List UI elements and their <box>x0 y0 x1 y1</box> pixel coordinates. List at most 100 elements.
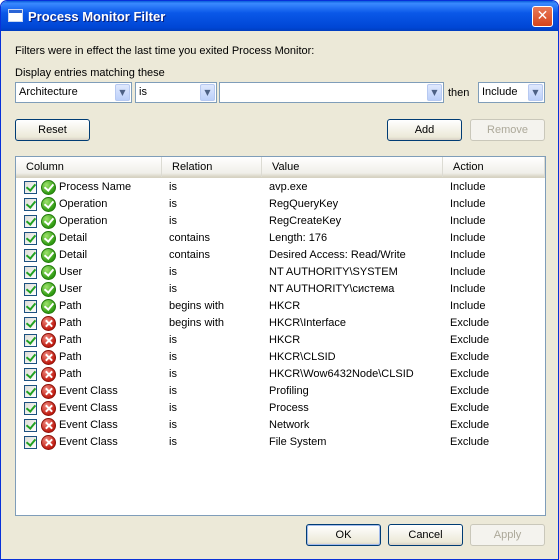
cell-action: Include <box>450 266 486 278</box>
chevron-down-icon[interactable]: ▼ <box>528 84 543 101</box>
table-row[interactable]: Operation is RegQueryKey Include <box>16 196 545 213</box>
header-column[interactable]: Column <box>16 157 162 177</box>
table-row[interactable]: Event Class is Profiling Exclude <box>16 383 545 400</box>
column-dropdown[interactable]: Architecture ▼ <box>15 82 132 103</box>
cell-relation: is <box>169 385 177 397</box>
checkbox[interactable] <box>24 181 37 194</box>
list-header: Column Relation Value Action <box>16 157 545 178</box>
checkbox[interactable] <box>24 215 37 228</box>
ok-button[interactable]: OK <box>306 524 381 546</box>
cell-action: Include <box>450 198 486 210</box>
cell-action: Include <box>450 232 486 244</box>
chevron-down-icon[interactable]: ▼ <box>115 84 130 101</box>
table-row[interactable]: Operation is RegCreateKey Include <box>16 213 545 230</box>
checkbox[interactable] <box>24 351 37 364</box>
cell-column: Process Name <box>59 181 132 193</box>
cell-action: Include <box>450 283 486 295</box>
checkbox[interactable] <box>24 249 37 262</box>
cell-column: Path <box>59 368 82 380</box>
cell-action: Include <box>450 300 486 312</box>
cell-value: HKCR\CLSID <box>269 351 336 363</box>
header-relation[interactable]: Relation <box>162 157 262 177</box>
table-row[interactable]: User is NT AUTHORITY\SYSTEM Include <box>16 264 545 281</box>
cell-relation: is <box>169 334 177 346</box>
apply-button[interactable]: Apply <box>470 524 545 546</box>
cell-column: Operation <box>59 215 108 227</box>
table-row[interactable]: Path begins with HKCR\Interface Exclude <box>16 315 545 332</box>
exclude-icon <box>41 384 56 399</box>
cell-column: User <box>59 283 83 295</box>
table-row[interactable]: Detail contains Desired Access: Read/Write… <box>16 247 545 264</box>
cell-column: Event Class <box>59 385 118 397</box>
cell-action: Exclude <box>450 351 490 363</box>
checkbox[interactable] <box>24 368 37 381</box>
include-icon <box>41 248 56 263</box>
cell-relation: begins with <box>169 317 225 329</box>
reset-button[interactable]: Reset <box>15 119 90 141</box>
exclude-icon <box>41 435 56 450</box>
chevron-down-icon[interactable]: ▼ <box>427 84 442 101</box>
cell-value: RegCreateKey <box>269 215 342 227</box>
cell-column: Event Class <box>59 402 118 414</box>
title-bar[interactable]: Process Monitor Filter ✕ <box>1 1 558 31</box>
checkbox[interactable] <box>24 419 37 432</box>
cell-column: Event Class <box>59 436 118 448</box>
checkbox[interactable] <box>24 198 37 211</box>
header-value[interactable]: Value <box>262 157 443 177</box>
cell-action: Exclude <box>450 419 490 431</box>
add-button[interactable]: Add <box>387 119 462 141</box>
checkbox[interactable] <box>24 334 37 347</box>
include-icon <box>41 231 56 246</box>
cancel-button[interactable]: Cancel <box>388 524 463 546</box>
cell-relation: is <box>169 419 177 431</box>
include-icon <box>41 180 56 195</box>
cell-column: Path <box>59 300 82 312</box>
cell-value: Length: 176 <box>269 232 328 244</box>
include-icon <box>41 265 56 280</box>
chevron-down-icon[interactable]: ▼ <box>200 84 215 101</box>
checkbox[interactable] <box>24 266 37 279</box>
table-row[interactable]: Event Class is Process Exclude <box>16 400 545 417</box>
checkbox[interactable] <box>24 300 37 313</box>
include-icon <box>41 282 56 297</box>
action-dropdown-value: Include <box>482 86 518 98</box>
checkbox[interactable] <box>24 283 37 296</box>
cell-relation: is <box>169 368 177 380</box>
remove-button[interactable]: Remove <box>470 119 545 141</box>
relation-dropdown[interactable]: is ▼ <box>135 82 217 103</box>
cell-value: RegQueryKey <box>269 198 339 210</box>
then-label: then <box>448 87 470 99</box>
table-row[interactable]: Process Name is avp.exe Include <box>16 179 545 196</box>
include-icon <box>41 214 56 229</box>
column-dropdown-value: Architecture <box>19 86 78 98</box>
cell-column: Path <box>59 334 82 346</box>
cell-action: Exclude <box>450 368 490 380</box>
table-row[interactable]: Detail contains Length: 176 Include <box>16 230 545 247</box>
header-action[interactable]: Action <box>443 157 545 177</box>
cell-value: HKCR <box>269 334 301 346</box>
cell-column: Path <box>59 317 82 329</box>
table-row[interactable]: User is NT AUTHORITY\система Include <box>16 281 545 298</box>
table-row[interactable]: Event Class is File System Exclude <box>16 434 545 451</box>
filter-list[interactable]: Column Relation Value Action Process Nam… <box>15 156 546 516</box>
action-dropdown[interactable]: Include ▼ <box>478 82 545 103</box>
table-row[interactable]: Event Class is Network Exclude <box>16 417 545 434</box>
cell-relation: is <box>169 283 177 295</box>
cell-relation: is <box>169 402 177 414</box>
relation-dropdown-value: is <box>139 86 147 98</box>
exclude-icon <box>41 418 56 433</box>
checkbox[interactable] <box>24 232 37 245</box>
cell-column: Event Class <box>59 419 118 431</box>
checkbox[interactable] <box>24 402 37 415</box>
checkbox[interactable] <box>24 436 37 449</box>
table-row[interactable]: Path begins with HKCR Include <box>16 298 545 315</box>
table-row[interactable]: Path is HKCR\CLSID Exclude <box>16 349 545 366</box>
close-button[interactable]: ✕ <box>532 6 553 27</box>
table-row[interactable]: Path is HKCR Exclude <box>16 332 545 349</box>
table-row[interactable]: Path is HKCR\Wow6432Node\CLSID Exclude <box>16 366 545 383</box>
exclude-icon <box>41 367 56 382</box>
cell-relation: is <box>169 215 177 227</box>
checkbox[interactable] <box>24 385 37 398</box>
value-combobox[interactable]: ▼ <box>219 82 444 103</box>
checkbox[interactable] <box>24 317 37 330</box>
